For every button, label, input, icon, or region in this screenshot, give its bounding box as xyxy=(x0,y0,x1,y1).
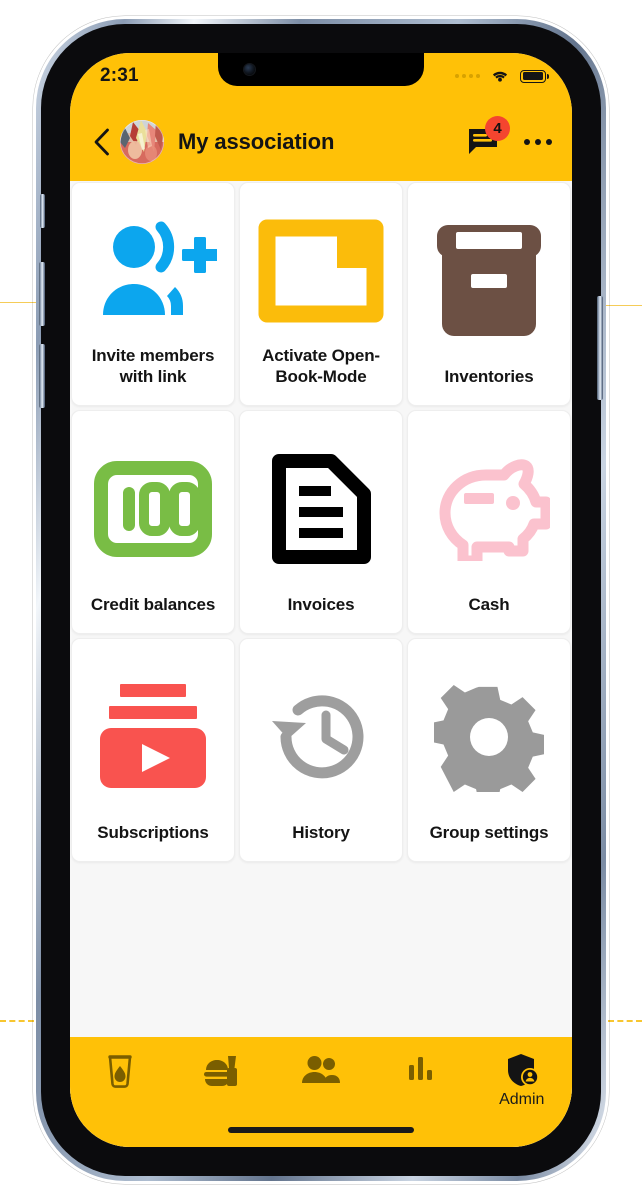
archive-box-icon xyxy=(416,197,562,366)
status-time: 2:31 xyxy=(100,65,139,86)
phone-body: 2:31 My association 4 Invite members wit… xyxy=(39,24,603,1176)
piggy-bank-icon xyxy=(416,425,562,594)
phone-device-frame: 2:31 My association 4 Invite members wit… xyxy=(33,16,609,1184)
phone-screen: 2:31 My association 4 Invite members wit… xyxy=(70,53,572,1147)
tile-label: Invite members with link xyxy=(91,345,215,386)
main-content: Invite members with link Activate Open-B… xyxy=(70,181,572,1147)
tile-cash[interactable]: Cash xyxy=(407,410,571,634)
tab-drinks[interactable] xyxy=(70,1053,170,1094)
tab-admin[interactable]: Admin xyxy=(472,1053,572,1108)
tile-group-settings[interactable]: Group settings xyxy=(407,638,571,862)
silent-switch-button[interactable] xyxy=(40,194,45,228)
battery-full-icon xyxy=(520,69,549,83)
food-meal-icon xyxy=(203,1056,237,1086)
tab-food[interactable] xyxy=(170,1053,270,1094)
tile-label: Credit balances xyxy=(90,594,216,614)
tile-label: Inventories xyxy=(444,366,534,386)
avatar[interactable] xyxy=(120,120,164,164)
history-clock-icon xyxy=(248,653,394,822)
volume-up-button[interactable] xyxy=(39,262,45,326)
front-camera-icon xyxy=(244,64,255,75)
document-lines-icon xyxy=(248,425,394,594)
status-indicators xyxy=(455,68,549,84)
guide-line-bottom-left xyxy=(0,1020,34,1022)
tile-subscriptions[interactable]: Subscriptions xyxy=(71,638,235,862)
more-horizontal-icon xyxy=(524,139,530,145)
group-photo-avatar xyxy=(120,120,164,164)
bottom-tab-bar: Admin xyxy=(70,1037,572,1147)
subscriptions-play-icon xyxy=(80,653,226,822)
action-grid: Invite members with link Activate Open-B… xyxy=(70,181,572,862)
person-add-icon xyxy=(80,197,226,345)
app-bar: My association 4 xyxy=(70,103,572,181)
tile-label: Group settings xyxy=(429,822,549,842)
gear-icon xyxy=(416,653,562,822)
tab-members[interactable] xyxy=(271,1053,371,1090)
drink-glass-icon xyxy=(108,1055,132,1088)
tile-label: Activate Open-Book-Mode xyxy=(262,345,380,386)
tile-invite-members[interactable]: Invite members with link xyxy=(71,182,235,406)
bar-chart-icon xyxy=(409,1057,433,1080)
tile-label: Cash xyxy=(468,594,510,614)
shield-person-icon xyxy=(507,1054,539,1086)
back-button[interactable] xyxy=(84,122,118,162)
chat-button[interactable]: 4 xyxy=(466,116,510,159)
tile-inventories[interactable]: Inventories xyxy=(407,182,571,406)
chevron-left-icon xyxy=(94,128,109,156)
tile-history[interactable]: History xyxy=(239,638,403,862)
tile-label: Subscriptions xyxy=(97,822,209,842)
wifi-icon xyxy=(492,71,508,82)
people-icon xyxy=(301,1056,340,1083)
power-button[interactable] xyxy=(597,296,603,400)
tile-label: Invoices xyxy=(287,594,355,614)
home-indicator[interactable] xyxy=(228,1127,414,1133)
tab-statistics[interactable] xyxy=(371,1053,471,1088)
page-title: My association xyxy=(178,129,335,154)
folder-icon xyxy=(248,197,394,345)
guide-line-bottom-right xyxy=(608,1020,642,1022)
volume-down-button[interactable] xyxy=(39,344,45,408)
guide-line-left xyxy=(0,302,36,303)
tile-invoices[interactable]: Invoices xyxy=(239,410,403,634)
tile-label: History xyxy=(292,822,350,842)
overflow-menu-button[interactable] xyxy=(524,139,552,145)
tab-label: Admin xyxy=(499,1091,545,1108)
chat-badge: 4 xyxy=(485,116,510,141)
tile-activate-open-book-mode[interactable]: Activate Open-Book-Mode xyxy=(239,182,403,406)
banknote-100-icon xyxy=(80,425,226,594)
signal-dots-icon xyxy=(455,74,480,78)
device-notch xyxy=(218,53,424,86)
tile-credit-balances[interactable]: Credit balances xyxy=(71,410,235,634)
